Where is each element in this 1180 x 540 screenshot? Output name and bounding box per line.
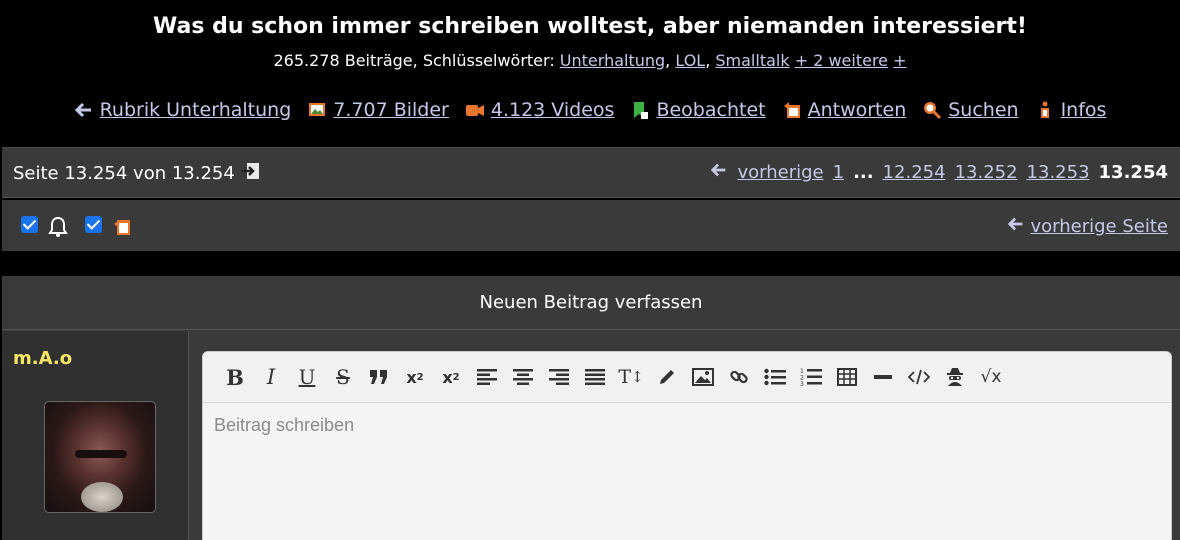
arrow-left-icon [1007,215,1025,238]
nav-images[interactable]: 7.707 Bilder [307,99,449,121]
arrow-left-icon [74,100,94,120]
info-icon [1035,100,1055,120]
current-page: 13.254 [1098,162,1168,183]
nav-back[interactable]: Rubrik Unterhaltung [74,99,292,121]
link-icon[interactable] [721,362,757,392]
nav-back-label[interactable]: Rubrik Unterhaltung [100,99,292,121]
nav-watched[interactable]: Beobachtet [630,99,766,121]
quote-icon[interactable] [361,362,397,392]
page-info: Seite 13.254 von 13.254 [13,161,261,186]
reply-icon [782,100,802,120]
avatar[interactable] [44,401,156,513]
nav-search-label[interactable]: Suchen [948,99,1018,121]
align-center-icon[interactable] [505,362,541,392]
thread-meta: 265.278 Beiträge, Schlüsselwörter: Unter… [273,51,907,70]
nav-replies[interactable]: Antworten [782,99,907,121]
superscript-icon[interactable]: x2 [433,362,469,392]
page-ellipsis: ... [853,162,874,183]
numbered-list-icon[interactable]: 123 [793,362,829,392]
thread-nav: Rubrik Unterhaltung 7.707 Bilder 4.123 V… [0,99,1180,121]
options-bar: vorherige Seite [2,200,1180,251]
reply-icon [112,216,132,240]
align-right-icon[interactable] [541,362,577,392]
notify-checkbox[interactable] [21,216,38,233]
table-icon[interactable] [829,362,865,392]
arrow-left-icon [710,161,728,184]
author-column: m.A.o [2,331,189,540]
tag-smalltalk[interactable]: Smalltalk [715,51,789,70]
formula-icon[interactable]: √x [973,362,1009,392]
nav-images-label[interactable]: 7.707 Bilder [333,99,449,121]
compose-panel: Neuen Beitrag verfassen m.A.o B I U S x2… [2,276,1180,540]
image-insert-icon[interactable] [685,362,721,392]
pen-icon[interactable] [649,362,685,392]
pagination: vorherige 1 ... 12.254 13.252 13.253 13.… [710,161,1168,184]
italic-icon[interactable]: I [253,362,289,392]
editor-toolbar: B I U S x2 x2 T ↕ 1 2 3 √x [203,352,1171,403]
strikethrough-icon[interactable]: S [325,362,361,392]
post-editor: B I U S x2 x2 T ↕ 1 2 3 √x Beitrag schre… [202,351,1172,540]
prev-page[interactable]: vorherige Seite [1007,215,1169,238]
prev-link[interactable]: vorherige [737,162,823,183]
align-left-icon[interactable] [469,362,505,392]
nav-watched-label[interactable]: Beobachtet [656,99,765,121]
nav-info-label[interactable]: Infos [1061,99,1107,121]
svg-text:3: 3 [800,381,804,387]
reply-notify-checkbox[interactable] [85,216,102,233]
bookmark-icon [630,100,650,120]
page-info-text: Seite 13.254 von 13.254 [13,163,235,184]
author-name[interactable]: m.A.o [13,348,72,369]
nav-videos-label[interactable]: 4.123 Videos [491,99,615,121]
jump-page-icon[interactable] [241,161,261,186]
horizontal-rule-icon[interactable] [865,362,901,392]
tag-lol[interactable]: LOL [675,51,705,70]
page-link-12254[interactable]: 12.254 [883,162,946,183]
more-tags-link[interactable]: + 2 weitere [795,51,888,70]
prev-page-link[interactable]: vorherige Seite [1031,216,1169,237]
search-icon [922,100,942,120]
nav-videos[interactable]: 4.123 Videos [465,99,615,121]
bell-icon [47,216,69,242]
video-icon [465,100,485,120]
nav-info[interactable]: Infos [1035,99,1107,121]
nav-search[interactable]: Suchen [922,99,1019,121]
image-icon [307,100,327,120]
subscript-icon[interactable]: x2 [397,362,433,392]
add-tag-link[interactable]: + [893,51,906,70]
code-icon[interactable] [901,362,937,392]
underline-icon[interactable]: U [289,362,325,392]
bullet-list-icon[interactable] [757,362,793,392]
tag-unterhaltung[interactable]: Unterhaltung [560,51,665,70]
spoiler-icon[interactable] [937,362,973,392]
compose-title: Neuen Beitrag verfassen [2,276,1180,330]
posts-count: 265.278 Beiträge, Schlüsselwörter: [273,51,560,70]
font-size-icon[interactable]: T ↕ [613,362,649,392]
bold-icon[interactable]: B [217,362,253,392]
page-title: Was du schon immer schreiben wolltest, a… [153,14,1027,39]
page-link-13253[interactable]: 13.253 [1027,162,1090,183]
justify-icon[interactable] [577,362,613,392]
post-editor-input[interactable]: Beitrag schreiben [203,403,1171,448]
pagination-bar: Seite 13.254 von 13.254 vorherige 1 ... … [2,147,1180,198]
page-link-13252[interactable]: 13.252 [955,162,1018,183]
page-link-1[interactable]: 1 [833,162,844,183]
nav-replies-label[interactable]: Antworten [808,99,907,121]
